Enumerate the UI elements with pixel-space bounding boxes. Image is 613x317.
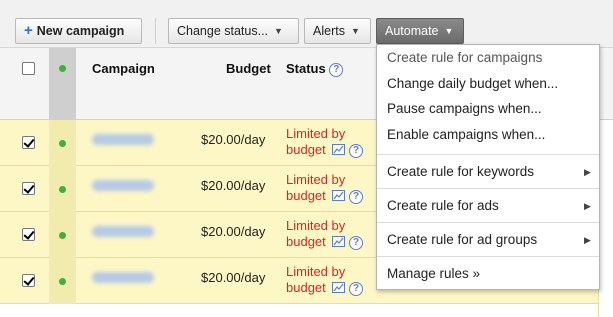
enabled-dot-icon — [59, 140, 66, 147]
change-status-label: Change status... — [177, 24, 269, 38]
menu-item-create-rule-keywords[interactable]: Create rule for keywords ▶ — [387, 162, 591, 182]
budget-value[interactable]: $20.00/day — [201, 224, 265, 239]
chart-icon[interactable] — [332, 282, 346, 293]
status-text: Limited by — [286, 126, 346, 141]
status-cell: Limited by budget ? — [286, 126, 364, 158]
status-text: Limited by — [286, 218, 346, 233]
status-text-budget: budget — [286, 280, 326, 295]
chevron-down-icon: ▼ — [350, 26, 360, 36]
menu-item-label: Change daily budget when... — [387, 76, 559, 91]
help-icon[interactable]: ? — [349, 282, 364, 296]
menu-item-label: Create rule for ad groups — [387, 232, 538, 247]
table-right-edge — [598, 120, 613, 317]
row-checkbox[interactable] — [22, 182, 35, 195]
status-text-budget: budget — [286, 234, 326, 249]
chevron-down-icon: ▼ — [444, 26, 454, 36]
chevron-right-icon: ▶ — [584, 167, 591, 177]
campaign-name-link[interactable] — [92, 134, 154, 145]
budget-value[interactable]: $20.00/day — [201, 270, 265, 285]
chart-icon[interactable] — [332, 236, 346, 247]
change-status-button[interactable]: Change status... ▼ — [168, 18, 299, 44]
row-checkbox[interactable] — [22, 136, 35, 149]
status-text: Limited by — [286, 172, 346, 187]
help-icon[interactable]: ? — [349, 190, 364, 204]
status-dot-icon — [59, 65, 66, 72]
help-icon[interactable]: ? — [329, 63, 344, 77]
menu-item-label: Create rule for ads — [387, 198, 499, 213]
column-header-campaign[interactable]: Campaign — [92, 61, 155, 76]
status-cell: Limited by budget ? — [286, 172, 364, 204]
automate-label: Automate — [385, 24, 439, 38]
budget-value[interactable]: $20.00/day — [201, 132, 265, 147]
menu-item-create-rule-ads[interactable]: Create rule for ads ▶ — [387, 196, 591, 216]
campaign-name-link[interactable] — [92, 180, 154, 191]
menu-divider — [377, 154, 599, 155]
row-checkbox[interactable] — [22, 228, 35, 241]
campaign-name-link[interactable] — [92, 272, 154, 283]
toolbar: + New campaign Change status... ▼ Alerts ▼ … — [0, 0, 613, 48]
automate-menu: Create rule for campaigns Change daily b… — [376, 44, 600, 290]
plus-icon: + — [24, 22, 33, 39]
row-checkbox[interactable] — [22, 274, 35, 287]
enabled-dot-icon — [59, 232, 66, 239]
menu-item-create-rule-campaigns[interactable]: Create rule for campaigns — [387, 48, 542, 68]
menu-item-change-daily-budget[interactable]: Change daily budget when... — [387, 74, 558, 94]
chevron-right-icon: ▶ — [584, 235, 591, 245]
menu-item-label: Create rule for campaigns — [387, 50, 543, 65]
select-all-checkbox[interactable] — [22, 62, 35, 75]
status-cell: Limited by budget ? — [286, 264, 364, 296]
menu-item-create-rule-ad-groups[interactable]: Create rule for ad groups ▶ — [387, 230, 591, 250]
help-icon[interactable]: ? — [349, 144, 364, 158]
menu-item-label: Manage rules » — [387, 266, 481, 281]
chart-icon[interactable] — [332, 190, 346, 201]
help-icon[interactable]: ? — [349, 236, 364, 250]
new-campaign-label: New campaign — [36, 24, 125, 38]
status-cell: Limited by budget ? — [286, 218, 364, 250]
toolbar-divider — [155, 18, 156, 44]
column-header-budget[interactable]: Budget — [226, 61, 271, 76]
status-dot-column-header[interactable] — [49, 48, 76, 120]
enabled-dot-icon — [59, 278, 66, 285]
budget-value[interactable]: $20.00/day — [201, 178, 265, 193]
menu-divider — [377, 188, 599, 189]
menu-item-manage-rules[interactable]: Manage rules » — [387, 264, 480, 284]
chart-icon[interactable] — [332, 144, 346, 155]
menu-item-enable-campaigns[interactable]: Enable campaigns when... — [387, 125, 545, 145]
alerts-label: Alerts — [313, 24, 345, 38]
status-text-budget: budget — [286, 188, 326, 203]
new-campaign-button[interactable]: + New campaign — [15, 18, 142, 44]
alerts-button[interactable]: Alerts ▼ — [304, 18, 371, 44]
menu-item-pause-campaigns[interactable]: Pause campaigns when... — [387, 99, 542, 119]
menu-divider — [377, 256, 599, 257]
menu-item-label: Enable campaigns when... — [387, 127, 546, 142]
automate-button[interactable]: Automate ▼ — [376, 18, 464, 44]
menu-item-label: Pause campaigns when... — [387, 101, 542, 116]
menu-item-label: Create rule for keywords — [387, 164, 535, 179]
column-header-status-label: Status — [286, 61, 326, 76]
menu-divider — [377, 222, 599, 223]
chevron-down-icon: ▼ — [274, 26, 283, 36]
campaign-name-link[interactable] — [92, 226, 154, 237]
enabled-dot-icon — [59, 186, 66, 193]
column-header-status[interactable]: Status ? — [286, 61, 344, 77]
chevron-right-icon: ▶ — [584, 201, 591, 211]
status-text: Limited by — [286, 264, 346, 279]
status-text-budget: budget — [286, 142, 326, 157]
